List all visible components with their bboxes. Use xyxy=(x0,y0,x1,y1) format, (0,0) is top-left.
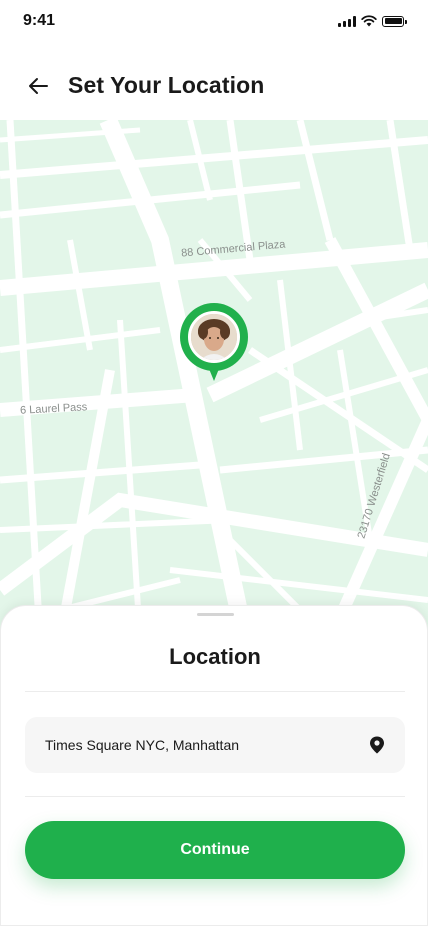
divider xyxy=(25,796,405,797)
bottom-sheet: Location Times Square NYC, Manhattan Con… xyxy=(0,605,428,926)
sheet-title: Location xyxy=(169,644,261,669)
divider xyxy=(25,691,405,692)
header: Set Your Location xyxy=(0,60,428,110)
page-title: Set Your Location xyxy=(68,72,265,98)
wifi-icon xyxy=(361,15,377,27)
location-value: Times Square NYC, Manhattan xyxy=(45,737,240,753)
map-marker-icon[interactable] xyxy=(369,736,385,754)
battery-icon xyxy=(382,15,407,27)
continue-button[interactable]: Continue xyxy=(25,821,405,879)
avatar xyxy=(188,311,240,363)
status-time: 9:41 xyxy=(23,12,56,29)
arrow-left-icon xyxy=(29,78,48,94)
status-icons xyxy=(338,15,407,27)
map-view[interactable]: 88 Commercial Plaza 6 Laurel Pass 23170 … xyxy=(0,120,428,640)
avatar-portrait xyxy=(191,314,237,360)
status-bar: 9:41 xyxy=(0,0,428,44)
location-field[interactable]: Times Square NYC, Manhattan xyxy=(25,717,405,773)
sheet-drag-handle[interactable] xyxy=(197,613,234,616)
location-pin[interactable] xyxy=(180,303,248,385)
cellular-signal-icon xyxy=(338,15,356,27)
back-button[interactable] xyxy=(22,70,54,102)
